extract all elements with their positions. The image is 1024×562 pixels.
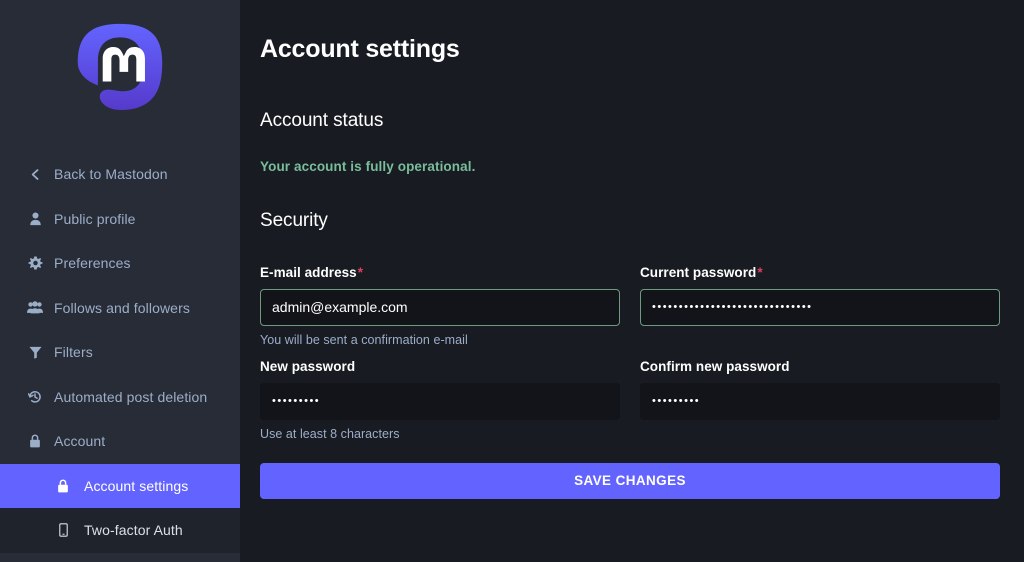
security-form: E-mail address* You will be sent a confi… — [260, 265, 1000, 441]
logo-container — [0, 0, 240, 138]
mobile-icon — [55, 522, 71, 538]
account-status-message: Your account is fully operational. — [260, 159, 1000, 174]
gear-icon — [27, 255, 43, 271]
new-password-field-group: New password ••••••••• Use at least 8 ch… — [260, 359, 620, 441]
user-icon — [27, 211, 43, 227]
mastodon-logo — [72, 22, 168, 118]
email-input[interactable] — [260, 289, 620, 326]
email-label: E-mail address* — [260, 265, 620, 280]
sidebar-item-follows-and-followers[interactable]: Follows and followers — [0, 286, 240, 331]
required-marker: * — [757, 265, 762, 280]
sidebar-item-label: Automated post deletion — [54, 389, 207, 405]
sidebar-item-public-profile[interactable]: Public profile — [0, 197, 240, 242]
account-status-heading: Account status — [260, 110, 1000, 132]
history-icon — [27, 389, 43, 405]
sidebar-item-label: Account — [54, 433, 105, 449]
lock-icon — [27, 433, 43, 449]
sidebar-item-label: Account settings — [84, 478, 188, 494]
email-hint: You will be sent a confirmation e-mail — [260, 333, 620, 347]
sidebar-item-preferences[interactable]: Preferences — [0, 241, 240, 286]
sidebar-item-label: Public profile — [54, 211, 136, 227]
filter-funnel-icon — [27, 344, 43, 360]
sidebar-item-account[interactable]: Account — [0, 419, 240, 464]
sidebar-item-back-to-mastodon[interactable]: Back to Mastodon — [0, 152, 240, 197]
confirm-password-input[interactable]: ••••••••• — [640, 383, 1000, 420]
sidebar-item-account-settings[interactable]: Account settings — [0, 464, 240, 509]
sidebar-nav: Back to Mastodon Public profile Preferen… — [0, 152, 240, 553]
sidebar-item-label: Follows and followers — [54, 300, 190, 316]
sidebar-item-label: Preferences — [54, 255, 131, 271]
confirm-password-value: ••••••••• — [652, 384, 988, 419]
confirm-password-field-group: Confirm new password ••••••••• — [640, 359, 1000, 441]
new-password-label: New password — [260, 359, 620, 374]
new-password-hint: Use at least 8 characters — [260, 427, 620, 441]
new-password-value: ••••••••• — [272, 384, 608, 419]
confirm-password-label: Confirm new password — [640, 359, 1000, 374]
sidebar-item-label: Back to Mastodon — [54, 166, 168, 182]
sidebar-item-filters[interactable]: Filters — [0, 330, 240, 375]
security-heading: Security — [260, 210, 1000, 232]
save-changes-button[interactable]: SAVE CHANGES — [260, 463, 1000, 499]
main-content: Account settings Account status Your acc… — [240, 0, 1024, 562]
users-group-icon — [27, 300, 43, 316]
required-marker: * — [358, 265, 363, 280]
current-password-field-group: Current password* ••••••••••••••••••••••… — [640, 265, 1000, 347]
current-password-label: Current password* — [640, 265, 1000, 280]
sidebar-item-label: Two-factor Auth — [84, 522, 183, 538]
sidebar-item-automated-post-deletion[interactable]: Automated post deletion — [0, 375, 240, 420]
sidebar-item-two-factor-auth[interactable]: Two-factor Auth — [0, 508, 240, 553]
chevron-left-icon — [27, 166, 43, 182]
current-password-value: •••••••••••••••••••••••••••••• — [652, 290, 988, 325]
new-password-input[interactable]: ••••••••• — [260, 383, 620, 420]
lock-icon — [55, 478, 71, 494]
email-field-group: E-mail address* You will be sent a confi… — [260, 265, 620, 347]
sidebar-item-label: Filters — [54, 344, 93, 360]
page-title: Account settings — [260, 36, 1000, 64]
current-password-input[interactable]: •••••••••••••••••••••••••••••• — [640, 289, 1000, 326]
sidebar: Back to Mastodon Public profile Preferen… — [0, 0, 240, 562]
